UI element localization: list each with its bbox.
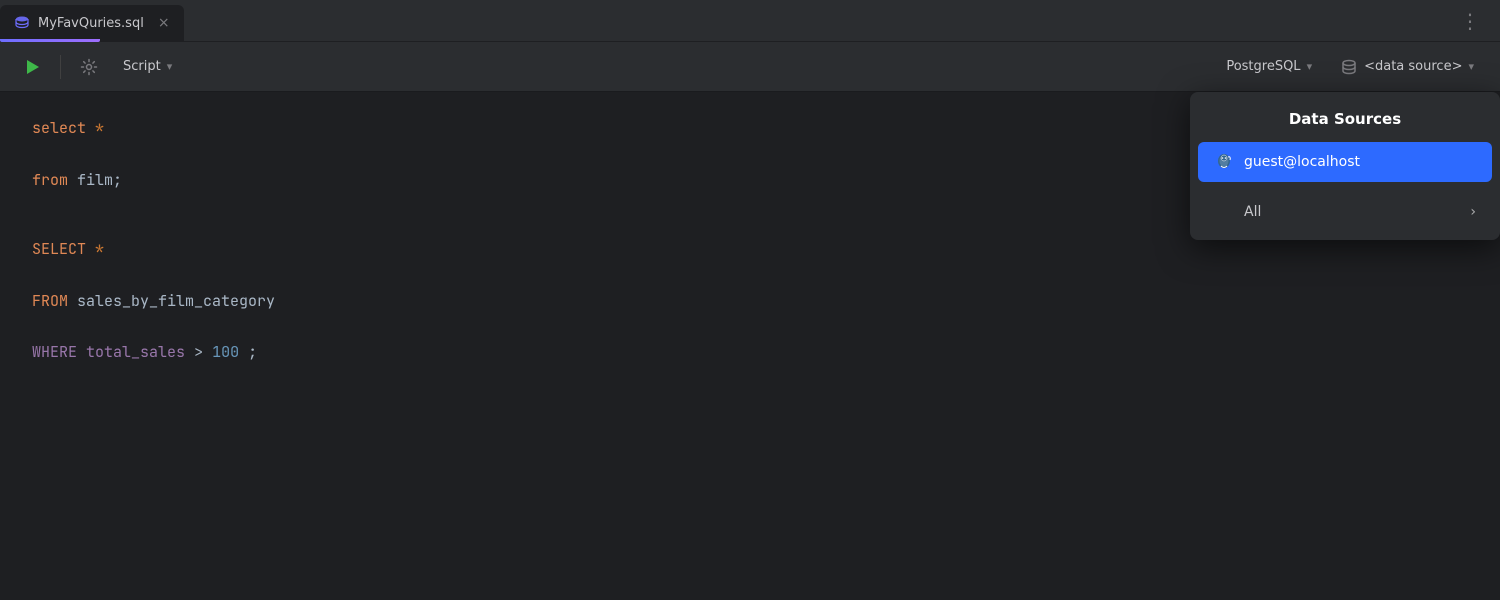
- guest-localhost-label: guest@localhost: [1244, 154, 1476, 170]
- keyword-where: WHERE: [32, 342, 77, 362]
- toolbar: Script ▾ PostgreSQL ▾ <data source> ▾: [0, 42, 1500, 92]
- postgresql-icon: [1214, 152, 1234, 172]
- database-icon: [14, 15, 30, 31]
- toolbar-divider: [60, 55, 61, 79]
- code-line-from2: FROM sales_by_film_category: [32, 289, 1468, 315]
- script-selector[interactable]: Script ▾: [113, 55, 182, 78]
- keyword-star: *: [95, 118, 104, 138]
- keyword-from: from: [32, 170, 68, 190]
- keyword-select: select: [32, 118, 86, 138]
- gear-icon: [80, 58, 98, 76]
- db-type-selector[interactable]: PostgreSQL ▾: [1216, 54, 1322, 79]
- more-options-button[interactable]: ⋮: [1442, 0, 1500, 42]
- tab-bar: MyFavQuries.sql × ⋮: [0, 0, 1500, 42]
- datasource-selector[interactable]: <data source> ▾: [1330, 53, 1484, 81]
- keyword-select2: SELECT: [32, 239, 86, 259]
- code-line-select2: SELECT *: [32, 237, 1468, 263]
- settings-button[interactable]: [73, 51, 105, 83]
- dropdown-item-all[interactable]: All ›: [1198, 194, 1492, 230]
- dropdown-item-guest-localhost[interactable]: guest@localhost: [1198, 142, 1492, 182]
- db-type-label: PostgreSQL: [1226, 59, 1300, 74]
- script-label: Script: [123, 59, 161, 74]
- datasource-label: <data source>: [1364, 59, 1462, 74]
- all-chevron-icon: ›: [1470, 204, 1476, 220]
- more-options-icon: ⋮: [1460, 9, 1482, 33]
- all-label: All: [1214, 204, 1460, 220]
- keyword-star2: *: [95, 239, 104, 259]
- data-sources-dropdown: Data Sources guest@localhost All ›: [1190, 92, 1500, 240]
- datasource-icon: [1340, 58, 1358, 76]
- script-chevron-icon: ▾: [167, 60, 173, 73]
- dropdown-title: Data Sources: [1190, 92, 1500, 140]
- code-line-where: WHERE total_sales > 100 ;: [32, 340, 1468, 366]
- keyword-from2: FROM: [32, 291, 68, 311]
- tab-label: MyFavQuries.sql: [38, 16, 144, 31]
- run-button[interactable]: [16, 51, 48, 83]
- tab-file[interactable]: MyFavQuries.sql ×: [0, 5, 184, 41]
- db-type-chevron-icon: ▾: [1307, 60, 1313, 73]
- play-icon: [23, 58, 41, 76]
- line-spacer2: [32, 271, 1468, 289]
- tab-scroll-indicator: [0, 39, 100, 42]
- line-spacer3: [32, 322, 1468, 340]
- dropdown-separator: [1190, 184, 1500, 192]
- dropdown-bottom-padding: [1190, 232, 1500, 240]
- toolbar-right: PostgreSQL ▾ <data source> ▾: [1216, 53, 1484, 81]
- datasource-chevron-icon: ▾: [1468, 60, 1474, 73]
- tab-close-button[interactable]: ×: [158, 15, 170, 31]
- value-100: 100: [212, 342, 239, 362]
- column-total-sales: total_sales: [86, 342, 185, 362]
